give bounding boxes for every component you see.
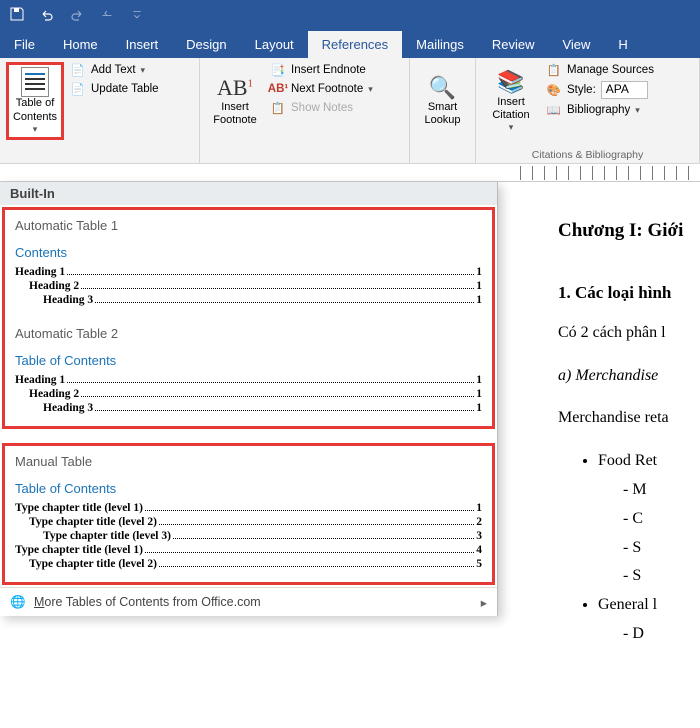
tab-review[interactable]: Review bbox=[478, 31, 549, 58]
tab-insert[interactable]: Insert bbox=[112, 31, 173, 58]
style-icon: 🎨 bbox=[546, 82, 562, 98]
citation-icon: 📚 bbox=[497, 69, 524, 95]
doc-list: Food Ret M C S S General l D bbox=[558, 447, 700, 649]
toc-preview-row: Heading 21 bbox=[15, 280, 482, 292]
smart-lookup-icon: 🔍 bbox=[429, 75, 456, 101]
doc-paragraph: Merchandise reta bbox=[558, 404, 700, 433]
next-footnote-icon: AB¹ bbox=[270, 81, 286, 97]
footnote-icon: AB1 bbox=[217, 75, 253, 101]
tab-mailings[interactable]: Mailings bbox=[402, 31, 478, 58]
manage-sources-icon: 📋 bbox=[546, 62, 562, 78]
toc-preview-row: Heading 11 bbox=[15, 374, 482, 386]
network-icon: 🌐 bbox=[10, 594, 26, 610]
tab-layout[interactable]: Layout bbox=[241, 31, 308, 58]
more-tables-link[interactable]: 🌐 More Tables of Contents from Office.co… bbox=[0, 587, 497, 616]
style-select[interactable]: APA bbox=[601, 81, 648, 99]
insert-endnote-button[interactable]: 📑Insert Endnote bbox=[270, 62, 373, 78]
gallery-item-auto2[interactable]: Automatic Table 2 Table of Contents Head… bbox=[5, 318, 492, 426]
toc-preview-row: Type chapter title (level 2)5 bbox=[15, 558, 482, 570]
doc-paragraph: Có 2 cách phân l bbox=[558, 319, 700, 348]
endnote-icon: 📑 bbox=[270, 62, 286, 78]
style-select-row: 🎨Style: APA bbox=[546, 81, 654, 99]
bibliography-button[interactable]: 📖Bibliography bbox=[546, 102, 654, 118]
bibliography-icon: 📖 bbox=[546, 102, 562, 118]
qat-more-icon[interactable] bbox=[98, 5, 116, 23]
insert-footnote-button[interactable]: AB1 Insert Footnote bbox=[206, 62, 264, 140]
toc-preview-row: Heading 11 bbox=[15, 266, 482, 278]
gallery-section-builtin: Built-In bbox=[0, 182, 497, 205]
toc-icon bbox=[21, 67, 49, 97]
toc-preview-row: Type chapter title (level 3)3 bbox=[15, 530, 482, 542]
gallery-item-manual[interactable]: Manual Table Table of Contents Type chap… bbox=[5, 446, 492, 582]
chevron-right-icon: ▸ bbox=[481, 595, 487, 610]
redo-icon[interactable] bbox=[68, 5, 86, 23]
undo-icon[interactable] bbox=[38, 5, 56, 23]
manage-sources-button[interactable]: 📋Manage Sources bbox=[546, 62, 654, 78]
add-text-icon: 📄 bbox=[70, 62, 86, 78]
qat-customize-icon[interactable] bbox=[128, 5, 146, 23]
gallery-item-auto1[interactable]: Automatic Table 1 Contents Heading 11Hea… bbox=[5, 210, 492, 318]
toc-preview-row: Heading 21 bbox=[15, 388, 482, 400]
add-text-button[interactable]: 📄Add Text bbox=[70, 62, 159, 78]
toc-label: Table of Contents bbox=[13, 97, 57, 123]
tab-home[interactable]: Home bbox=[49, 31, 112, 58]
tab-view[interactable]: View bbox=[548, 31, 604, 58]
tab-design[interactable]: Design bbox=[172, 31, 240, 58]
tab-help[interactable]: H bbox=[604, 31, 641, 58]
next-footnote-button[interactable]: AB¹Next Footnote bbox=[270, 81, 373, 97]
doc-heading-1: Chương I: Giới bbox=[558, 214, 700, 248]
citations-group-label: Citations & Bibliography bbox=[482, 147, 693, 161]
toc-preview-row: Heading 31 bbox=[15, 294, 482, 306]
table-of-contents-button[interactable]: Table of Contents bbox=[6, 62, 64, 140]
document-preview: Chương I: Giới 1. Các loại hình Có 2 các… bbox=[510, 182, 700, 728]
update-table-icon: 📄 bbox=[70, 81, 86, 97]
toc-gallery: Built-In Automatic Table 1 Contents Head… bbox=[0, 182, 498, 616]
toc-preview-row: Type chapter title (level 1)4 bbox=[15, 544, 482, 556]
ribbon: Table of Contents 📄Add Text 📄Update Tabl… bbox=[0, 58, 700, 164]
tab-file[interactable]: File bbox=[0, 31, 49, 58]
toc-preview-row: Type chapter title (level 2)2 bbox=[15, 516, 482, 528]
gallery-manual-group: Manual Table Table of Contents Type chap… bbox=[2, 443, 495, 585]
show-notes-button[interactable]: 📋Show Notes bbox=[270, 100, 373, 116]
show-notes-icon: 📋 bbox=[270, 100, 286, 116]
doc-heading-2: 1. Các loại hình bbox=[558, 278, 700, 309]
tab-references[interactable]: References bbox=[308, 31, 402, 58]
ruler bbox=[0, 164, 700, 182]
quick-access-toolbar bbox=[0, 0, 700, 28]
insert-citation-button[interactable]: 📚 Insert Citation bbox=[482, 62, 540, 140]
gallery-builtin-group: Automatic Table 1 Contents Heading 11Hea… bbox=[2, 207, 495, 429]
toc-preview-row: Heading 31 bbox=[15, 402, 482, 414]
ribbon-tabs: File Home Insert Design Layout Reference… bbox=[0, 28, 700, 58]
smart-lookup-button[interactable]: 🔍 Smart Lookup bbox=[416, 62, 469, 140]
doc-paragraph: a) Merchandise bbox=[558, 362, 700, 391]
update-table-button[interactable]: 📄Update Table bbox=[70, 81, 159, 97]
save-icon[interactable] bbox=[8, 5, 26, 23]
toc-preview-row: Type chapter title (level 1)1 bbox=[15, 502, 482, 514]
